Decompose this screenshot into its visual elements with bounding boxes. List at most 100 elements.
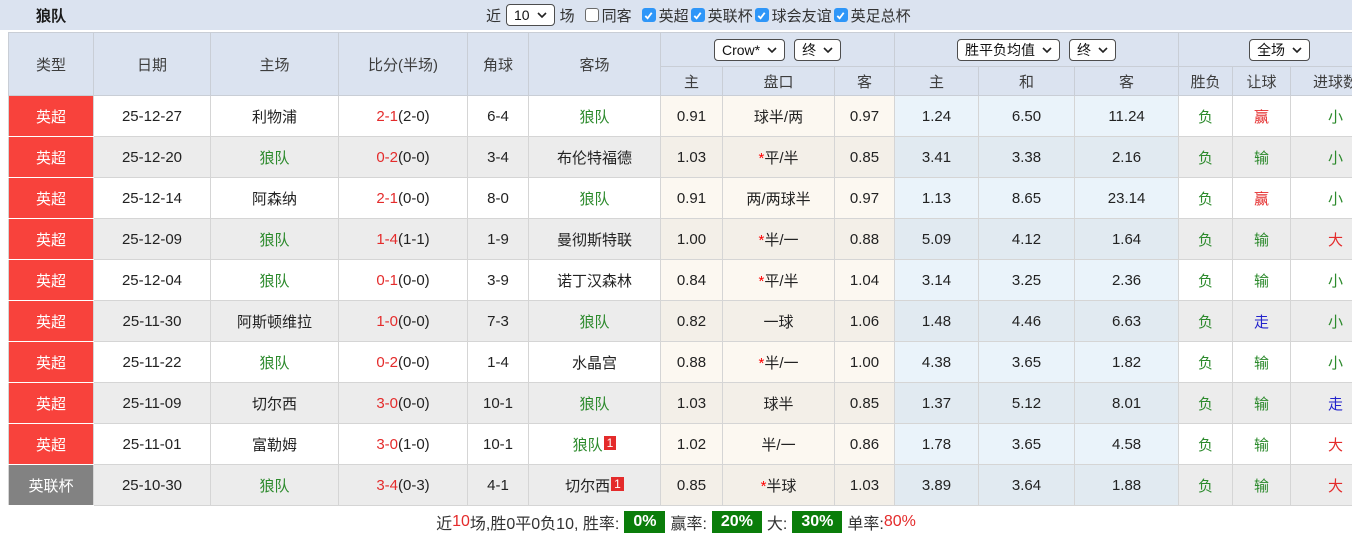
away-team[interactable]: 诺丁汉森林 <box>529 260 661 301</box>
result-goals: 大 <box>1291 424 1352 465</box>
odds-home-value: 1.00 <box>661 219 723 260</box>
result-handicap: 输 <box>1233 342 1291 383</box>
checkbox-same-away[interactable]: 同客 <box>585 5 632 26</box>
home-team[interactable]: 阿森纳 <box>211 178 339 219</box>
filter-controls: 近 10 场 同客英超英联杯球会友谊英足总杯 <box>486 0 911 30</box>
avg-state-select[interactable]: 终 <box>1069 39 1116 61</box>
stat-text: 10 <box>452 513 470 531</box>
avg-away-value: 4.58 <box>1075 424 1179 465</box>
odds-away-value: 1.06 <box>835 301 895 342</box>
scope-select[interactable]: 全场 <box>1249 39 1310 61</box>
unchecked-checkbox-icon[interactable] <box>585 8 599 22</box>
chevron-down-icon <box>1098 47 1108 53</box>
stat-text: 大: <box>767 510 787 534</box>
match-score[interactable]: 1-0(0-0) <box>339 301 468 342</box>
match-row: 英超 25-11-09 切尔西 3-0(0-0) 10-1 狼队 1.03 球半… <box>9 383 1352 424</box>
away-team[interactable]: 狼队1 <box>529 424 661 465</box>
avg-away-value: 2.36 <box>1075 260 1179 301</box>
checked-checkbox-icon[interactable] <box>755 8 769 22</box>
result-wdl: 负 <box>1179 96 1233 137</box>
corner-score: 1-9 <box>468 219 529 260</box>
handicap-value: *半/一 <box>723 219 835 260</box>
match-score[interactable]: 2-1(0-0) <box>339 178 468 219</box>
checkbox-fa-cup[interactable]: 英足总杯 <box>834 5 911 26</box>
match-score[interactable]: 0-2(0-0) <box>339 342 468 383</box>
away-team[interactable]: 狼队 <box>529 96 661 137</box>
recent-count-select[interactable]: 10 <box>506 4 555 26</box>
away-team[interactable]: 狼队 <box>529 178 661 219</box>
match-score[interactable]: 0-2(0-0) <box>339 137 468 178</box>
odds-away-value: 0.85 <box>835 137 895 178</box>
checkbox-efl-cup[interactable]: 英联杯 <box>691 5 753 26</box>
away-team[interactable]: 布伦特福德 <box>529 137 661 178</box>
home-team[interactable]: 狼队 <box>211 260 339 301</box>
result-wdl: 负 <box>1179 260 1233 301</box>
stat-badge: 0% <box>624 511 665 533</box>
home-team[interactable]: 狼队 <box>211 465 339 506</box>
col-corner: 角球 <box>468 33 529 96</box>
away-team[interactable]: 曼彻斯特联 <box>529 219 661 260</box>
match-type-cell: 英联杯 <box>9 465 94 506</box>
handicap-value: *半/一 <box>723 342 835 383</box>
handicap-value: *平/半 <box>723 260 835 301</box>
odds-home-value: 1.03 <box>661 137 723 178</box>
away-team[interactable]: 水晶宫 <box>529 342 661 383</box>
result-handicap: 输 <box>1233 465 1291 506</box>
match-type-cell: 英超 <box>9 219 94 260</box>
match-type-cell: 英超 <box>9 178 94 219</box>
handicap-value: *半球 <box>723 465 835 506</box>
avg-home-value: 1.37 <box>895 383 979 424</box>
match-rows: 英超 25-12-27 利物浦 2-1(2-0) 6-4 狼队 0.91 球半/… <box>9 96 1352 506</box>
match-score[interactable]: 3-0(0-0) <box>339 383 468 424</box>
away-team[interactable]: 切尔西1 <box>529 465 661 506</box>
subcol-odds-home: 主 <box>661 67 723 96</box>
match-score[interactable]: 3-0(1-0) <box>339 424 468 465</box>
stat-text: 近 <box>436 510 452 534</box>
match-table-wrap: 类型 日期 主场 比分(半场) 角球 客场 Crow* 终 <box>8 32 1352 506</box>
avg-home-value: 5.09 <box>895 219 979 260</box>
match-date: 25-11-30 <box>94 301 211 342</box>
away-team[interactable]: 狼队 <box>529 301 661 342</box>
home-team[interactable]: 切尔西 <box>211 383 339 424</box>
result-goals: 小 <box>1291 178 1352 219</box>
match-score[interactable]: 1-4(1-1) <box>339 219 468 260</box>
corner-score: 10-1 <box>468 383 529 424</box>
checked-checkbox-icon[interactable] <box>834 8 848 22</box>
match-score[interactable]: 2-1(2-0) <box>339 96 468 137</box>
home-team[interactable]: 利物浦 <box>211 96 339 137</box>
col-score: 比分(半场) <box>339 33 468 96</box>
home-team[interactable]: 狼队 <box>211 219 339 260</box>
stat-text: 赢率: <box>670 510 706 534</box>
checked-checkbox-icon[interactable] <box>642 8 656 22</box>
result-wdl: 负 <box>1179 301 1233 342</box>
avg-source-select[interactable]: 胜平负均值 <box>957 39 1060 61</box>
league-checkboxes: 同客英超英联杯球会友谊英足总杯 <box>575 5 911 26</box>
subcol-odds-away: 客 <box>835 67 895 96</box>
corner-score: 7-3 <box>468 301 529 342</box>
home-team[interactable]: 狼队 <box>211 137 339 178</box>
chevron-down-icon <box>537 12 547 18</box>
checked-checkbox-icon[interactable] <box>691 8 705 22</box>
odds-state-select[interactable]: 终 <box>794 39 841 61</box>
avg-home-value: 4.38 <box>895 342 979 383</box>
odds-source-select[interactable]: Crow* <box>714 39 785 61</box>
odds-home-value: 0.85 <box>661 465 723 506</box>
corner-score: 1-4 <box>468 342 529 383</box>
avg-away-value: 11.24 <box>1075 96 1179 137</box>
result-handicap: 输 <box>1233 260 1291 301</box>
away-team[interactable]: 狼队 <box>529 383 661 424</box>
handicap-value: 球半/两 <box>723 96 835 137</box>
avg-home-value: 1.24 <box>895 96 979 137</box>
checkbox-club-friendly[interactable]: 球会友谊 <box>755 5 832 26</box>
home-team[interactable]: 阿斯顿维拉 <box>211 301 339 342</box>
match-score[interactable]: 0-1(0-0) <box>339 260 468 301</box>
home-team[interactable]: 富勒姆 <box>211 424 339 465</box>
chevron-down-icon <box>1042 47 1052 53</box>
avg-home-value: 3.41 <box>895 137 979 178</box>
odds-group-header: Crow* 终 <box>661 33 895 67</box>
checkbox-premier-league[interactable]: 英超 <box>642 5 689 26</box>
match-score[interactable]: 3-4(0-3) <box>339 465 468 506</box>
match-date: 25-10-30 <box>94 465 211 506</box>
odds-home-value: 1.03 <box>661 383 723 424</box>
home-team[interactable]: 狼队 <box>211 342 339 383</box>
